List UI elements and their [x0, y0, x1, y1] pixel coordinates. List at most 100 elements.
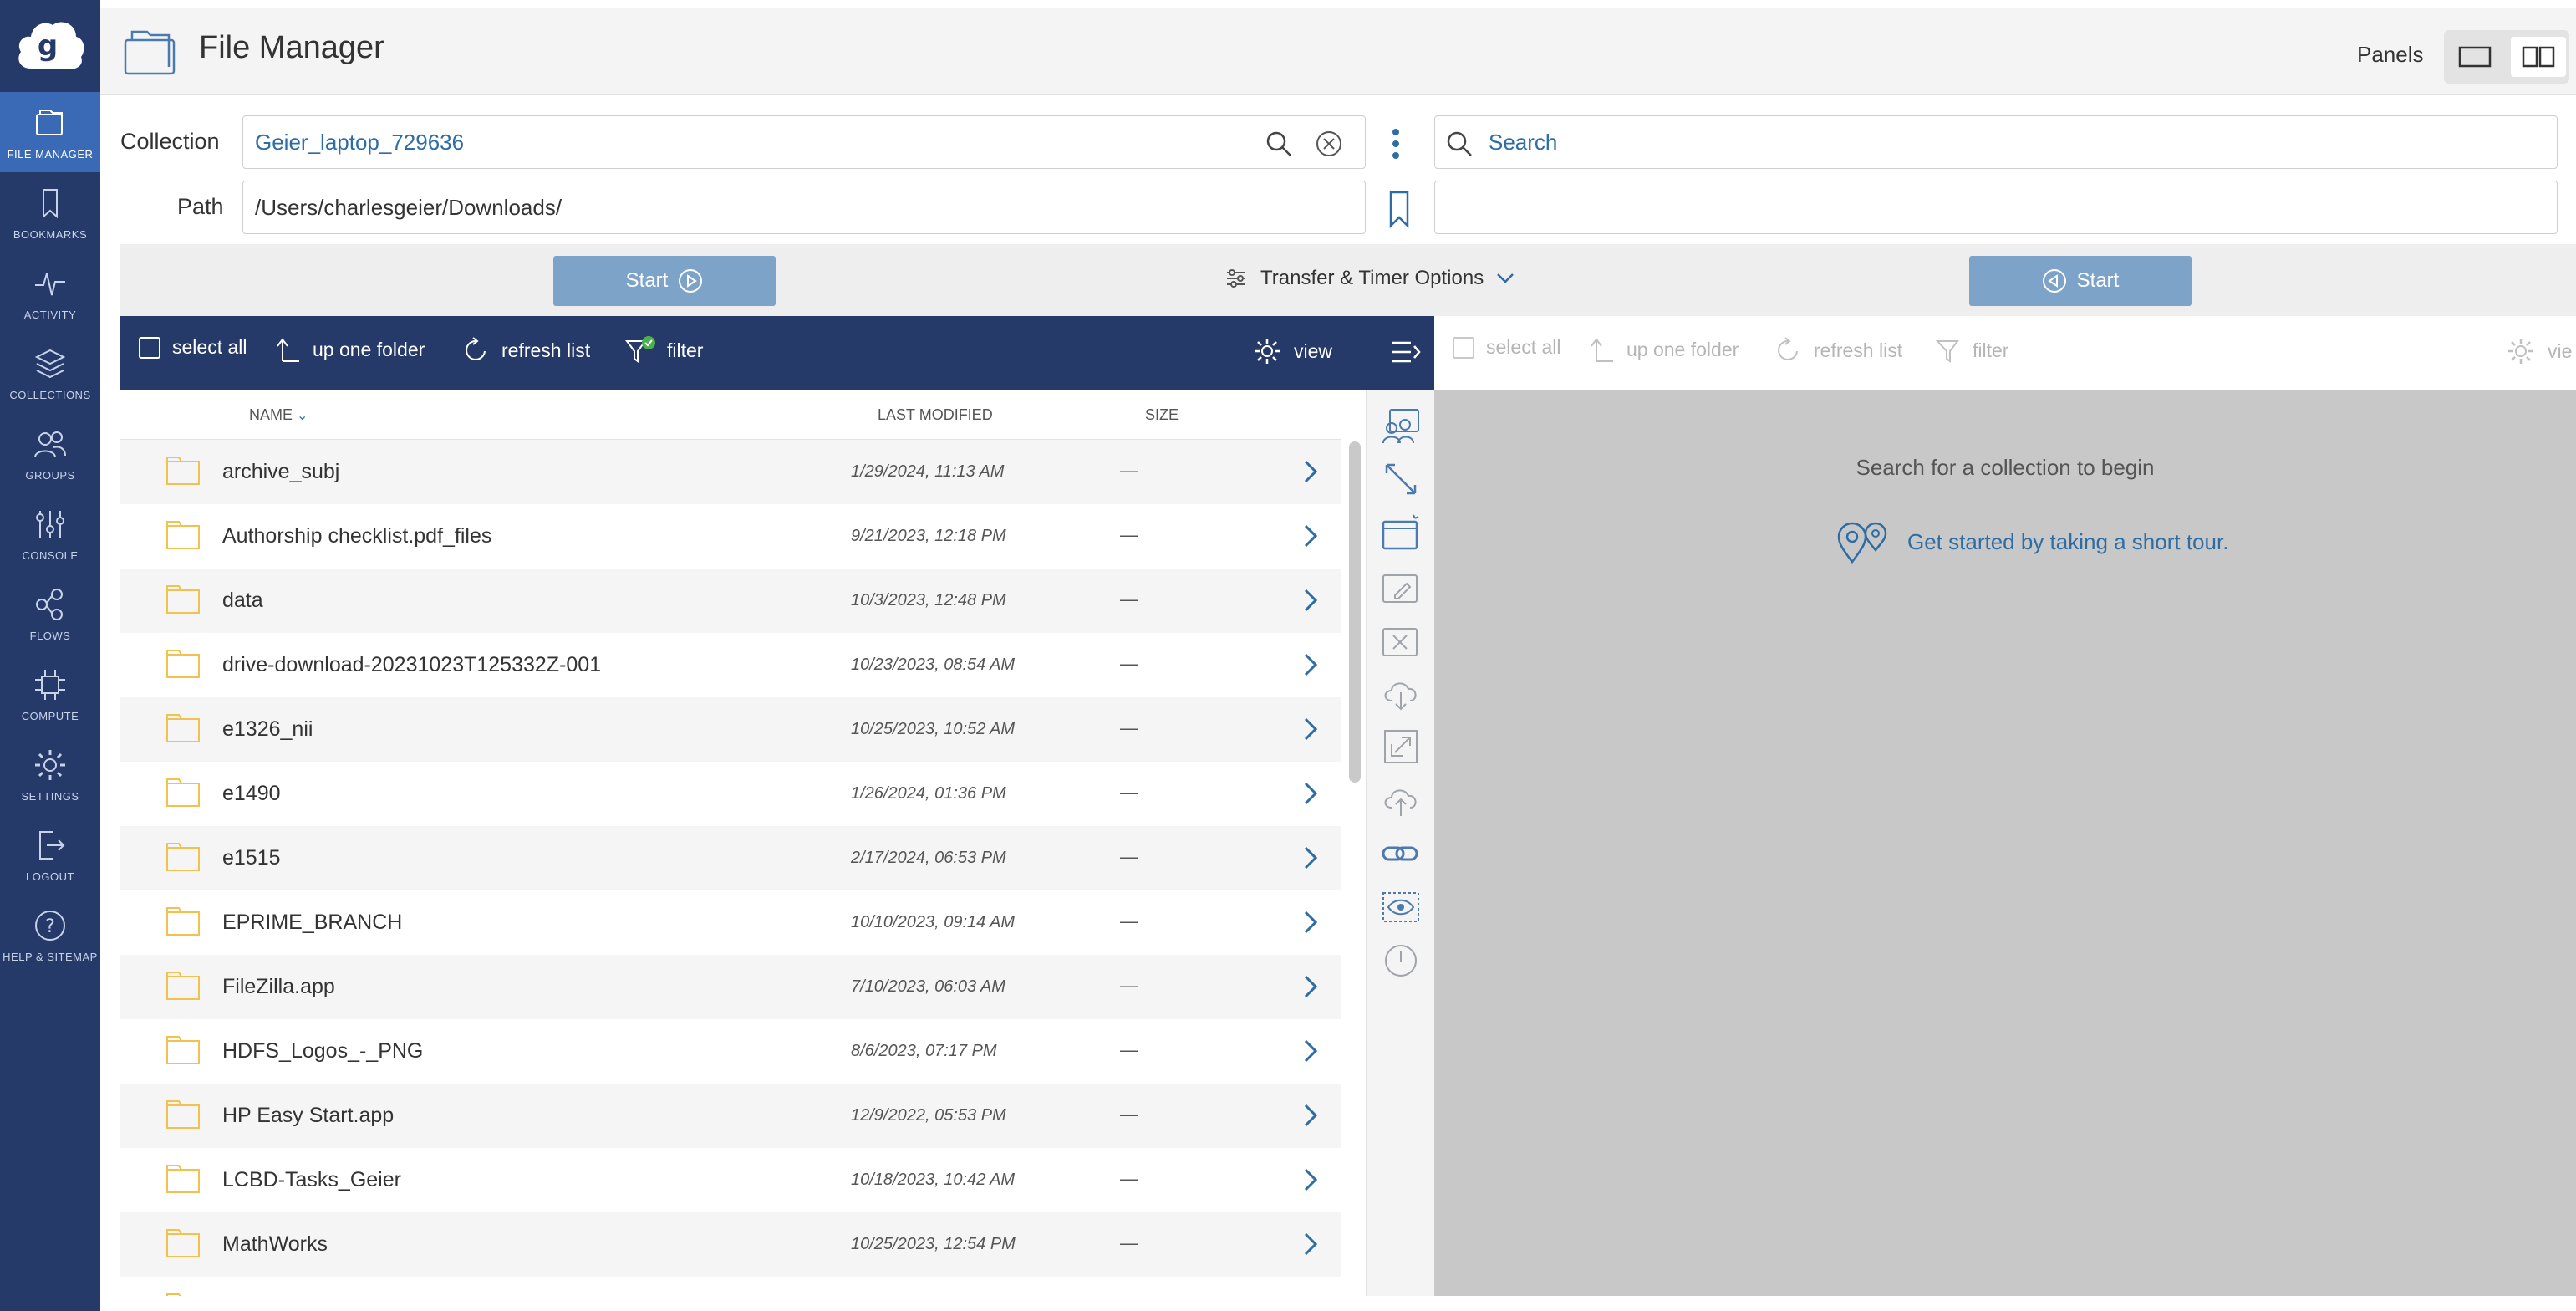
chevron-right-icon[interactable] — [1299, 972, 1322, 1002]
new-folder-action[interactable] — [1380, 512, 1422, 553]
nav-help[interactable]: ? HELP & SITEMAP — [0, 895, 100, 975]
chevron-right-icon[interactable] — [1299, 1293, 1322, 1296]
start-transfer-left-button[interactable]: Start — [553, 256, 776, 306]
upload-action[interactable] — [1380, 779, 1422, 821]
path-field[interactable]: /Users/charlesgeier/Downloads/ — [242, 181, 1366, 234]
file-name[interactable]: data — [222, 589, 263, 613]
search-icon[interactable] — [1265, 130, 1293, 158]
right-select-all-checkbox[interactable]: select all — [1453, 336, 1560, 359]
delete-action[interactable] — [1380, 619, 1422, 661]
file-name[interactable]: LCBD-Tasks_Geier — [222, 1168, 401, 1192]
nav-settings[interactable]: SETTINGS — [0, 734, 100, 814]
single-panel-button[interactable] — [2447, 37, 2502, 77]
nav-flows[interactable]: FLOWS — [0, 574, 100, 654]
file-name[interactable]: e1490 — [222, 782, 281, 806]
nav-file-manager[interactable]: FILE MANAGER — [0, 92, 100, 172]
table-row[interactable]: FileZilla.app 7/10/2023, 06:03 AM — — [120, 955, 1341, 1019]
scrollbar-thumb[interactable] — [1349, 441, 1361, 783]
path-value[interactable]: /Users/charlesgeier/Downloads/ — [255, 195, 562, 221]
nav-logout[interactable]: LOGOUT — [0, 814, 100, 895]
chevron-right-icon[interactable] — [1299, 585, 1322, 615]
right-up-one-folder-button[interactable]: up one folder — [1590, 336, 1739, 363]
open-action[interactable] — [1380, 726, 1422, 768]
last-modified-column-header[interactable]: LAST MODIFIED — [878, 406, 993, 424]
right-path-field[interactable] — [1434, 181, 2558, 234]
more-options-icon[interactable] — [1387, 125, 1404, 162]
filter-button[interactable]: filter — [625, 336, 703, 365]
file-list-scrollbar[interactable] — [1344, 440, 1366, 1296]
chevron-right-icon[interactable] — [1299, 1036, 1322, 1066]
chevron-right-icon[interactable] — [1299, 907, 1322, 937]
right-view-options-button[interactable]: vie — [2506, 336, 2572, 366]
right-filter-button[interactable]: filter — [1936, 336, 2008, 365]
file-name[interactable]: HDFS_Logos_-_PNG — [222, 1039, 423, 1064]
get-link-action[interactable] — [1380, 833, 1422, 875]
table-row[interactable]: Authorship checklist.pdf_files 9/21/2023,… — [120, 504, 1341, 569]
chevron-right-icon[interactable] — [1299, 843, 1322, 873]
share-action[interactable] — [1380, 405, 1422, 446]
chevron-right-icon[interactable] — [1299, 1229, 1322, 1259]
chevron-right-icon[interactable] — [1299, 521, 1322, 551]
file-name[interactable]: archive_subj — [222, 460, 339, 484]
nav-activity[interactable]: ACTIVITY — [0, 253, 100, 333]
rename-action[interactable] — [1380, 565, 1422, 607]
select-all-checkbox[interactable]: select all — [139, 336, 247, 359]
nav-compute[interactable]: COMPUTE — [0, 654, 100, 734]
checkbox[interactable] — [1453, 336, 1474, 359]
file-name[interactable]: MathWorks — [222, 1232, 328, 1257]
transfer-action[interactable] — [1380, 458, 1422, 500]
up-one-folder-button[interactable]: up one folder — [276, 336, 425, 363]
collapse-panel-icon[interactable] — [1389, 338, 1423, 366]
file-name[interactable]: EPRIME_BRANCH — [222, 911, 402, 935]
table-row[interactable]: archive_subj 1/29/2024, 11:13 AM — — [120, 440, 1341, 504]
file-name[interactable]: e1326_nii — [222, 717, 313, 742]
right-refresh-list-button[interactable]: refresh list — [1775, 336, 1902, 365]
right-search-field[interactable]: Search — [1434, 115, 2558, 169]
table-row[interactable]: LCBD-Tasks_Geier 10/18/2023, 10:42 AM — — [120, 1148, 1341, 1212]
refresh-list-button[interactable]: refresh list — [463, 336, 590, 365]
chevron-right-icon[interactable] — [1299, 714, 1322, 744]
file-name[interactable]: FileZilla.app — [222, 975, 335, 999]
chevron-right-icon[interactable] — [1299, 1165, 1322, 1195]
globus-logo[interactable]: g — [0, 0, 100, 92]
deactivate-action[interactable] — [1380, 940, 1422, 982]
collection-value[interactable]: Geier_laptop_729636 — [255, 130, 464, 156]
table-row[interactable]: Movie noth9/6/2023, 07:19 PM— — [120, 1277, 1341, 1296]
clear-icon[interactable] — [1315, 130, 1343, 158]
view-options-button[interactable]: view — [1252, 336, 1332, 366]
size-column-header[interactable]: SIZE — [1145, 406, 1179, 424]
dual-panel-button[interactable] — [2511, 37, 2566, 77]
nav-groups[interactable]: GROUPS — [0, 413, 100, 493]
file-name[interactable]: e1515 — [222, 846, 281, 870]
nav-collections[interactable]: COLLECTIONS — [0, 333, 100, 413]
start-transfer-right-button[interactable]: Start — [1969, 256, 2192, 306]
table-row[interactable]: HP Easy Start.app 12/9/2022, 05:53 PM — — [120, 1084, 1341, 1148]
show-hidden-action[interactable] — [1380, 886, 1422, 928]
chevron-right-icon[interactable] — [1299, 457, 1322, 487]
take-tour-link[interactable]: Get started by taking a short tour. — [1835, 520, 2228, 564]
file-name[interactable]: drive-download-20231023T125332Z-001 — [222, 653, 601, 677]
table-row[interactable]: e1326_nii 10/25/2023, 10:52 AM — — [120, 697, 1341, 762]
download-action[interactable] — [1380, 672, 1422, 714]
bookmark-icon[interactable] — [1387, 189, 1411, 229]
transfer-timer-options[interactable]: Transfer & Timer Options — [1224, 266, 1515, 291]
collection-field[interactable]: Geier_laptop_729636 — [242, 115, 1366, 169]
checkbox[interactable] — [139, 336, 160, 359]
nav-console[interactable]: CONSOLE — [0, 493, 100, 574]
chevron-right-icon[interactable] — [1299, 1100, 1322, 1130]
file-name[interactable]: Authorship checklist.pdf_files — [222, 524, 491, 548]
table-row[interactable]: e1515 2/17/2024, 06:53 PM — — [120, 826, 1341, 890]
tour-link-label[interactable]: Get started by taking a short tour. — [1907, 529, 2228, 555]
chevron-right-icon[interactable] — [1299, 778, 1322, 809]
chevron-right-icon[interactable] — [1299, 650, 1322, 680]
nav-bookmarks[interactable]: BOOKMARKS — [0, 172, 100, 253]
gear-icon — [1255, 339, 1280, 364]
file-name[interactable]: HP Easy Start.app — [222, 1104, 394, 1128]
table-row[interactable]: MathWorks 10/25/2023, 12:54 PM — — [120, 1212, 1341, 1277]
table-row[interactable]: HDFS_Logos_-_PNG 8/6/2023, 07:17 PM — — [120, 1019, 1341, 1084]
table-row[interactable]: data 10/3/2023, 12:48 PM — — [120, 569, 1341, 633]
table-row[interactable]: EPRIME_BRANCH 10/10/2023, 09:14 AM — — [120, 890, 1341, 955]
name-column-header[interactable]: NAME ⌄ — [249, 406, 308, 424]
table-row[interactable]: drive-download-20231023T125332Z-001 10/23… — [120, 633, 1341, 697]
table-row[interactable]: e1490 1/26/2024, 01:36 PM — — [120, 762, 1341, 826]
